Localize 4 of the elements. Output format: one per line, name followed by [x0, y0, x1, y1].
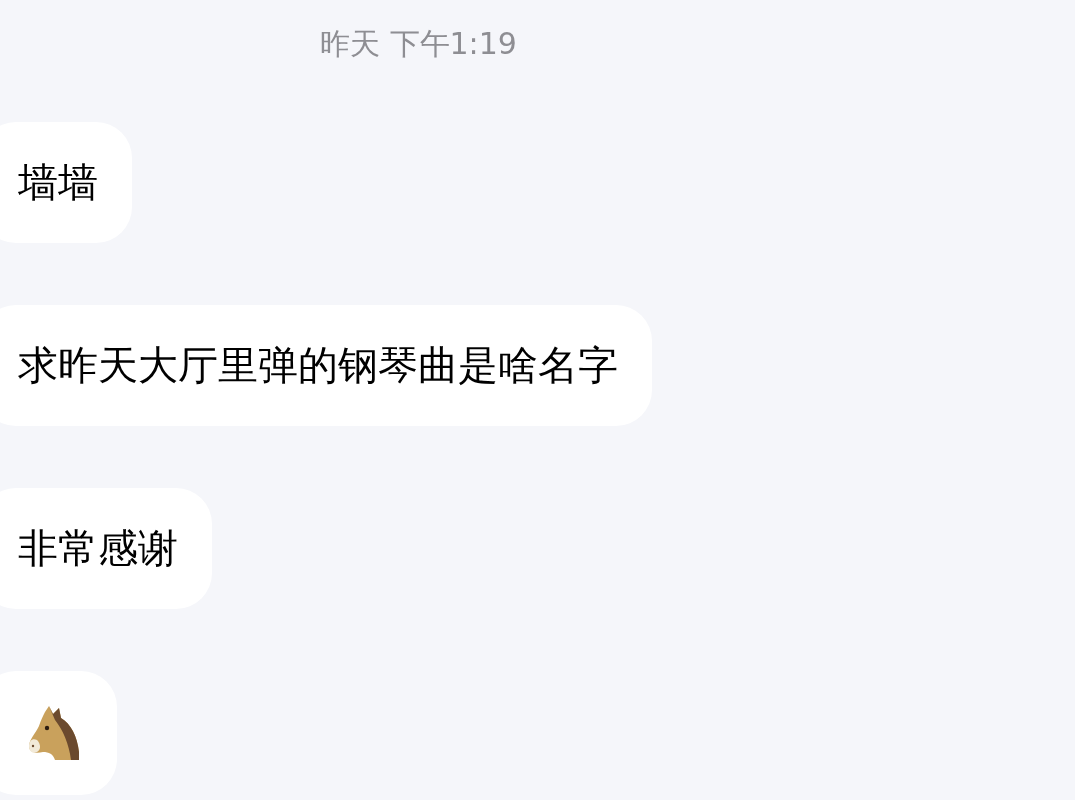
- timestamp: 昨天 下午1:19: [320, 26, 517, 61]
- message-bubble: 墙墙: [0, 122, 132, 243]
- message-bubble: 求昨天大厅里弹的钢琴曲是啥名字: [0, 305, 652, 426]
- message-bubble: 非常感谢: [0, 488, 212, 609]
